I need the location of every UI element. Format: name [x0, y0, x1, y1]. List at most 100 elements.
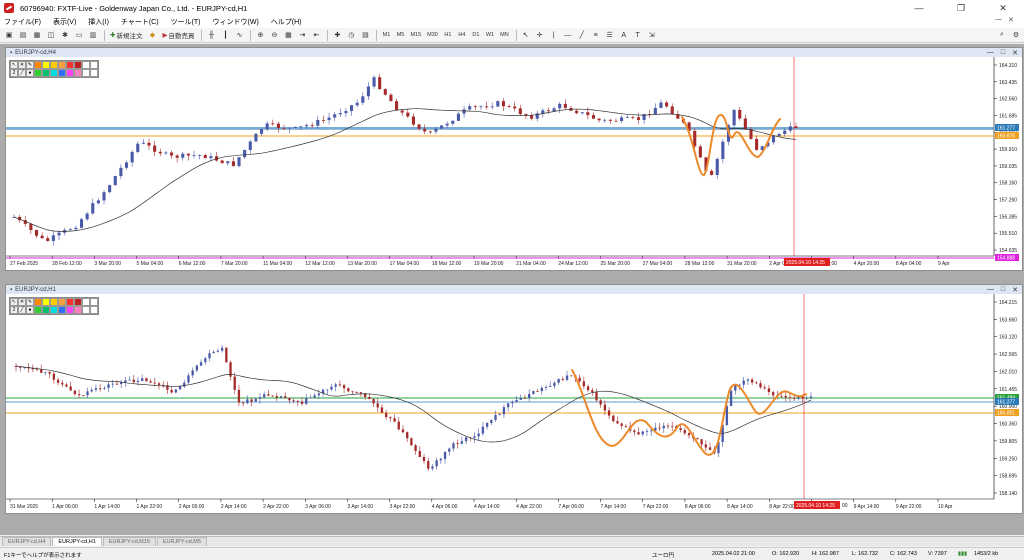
auto-trade-button[interactable]: ▶ 自動売買	[160, 29, 196, 41]
menu-insert[interactable]: 挿入(I)	[88, 17, 109, 27]
fibonacci-icon[interactable]: ☰	[604, 29, 616, 41]
color-swatch[interactable]	[42, 61, 50, 69]
indicators-icon[interactable]: ✚	[331, 29, 343, 41]
palette-cursor-icon[interactable]: ↖	[10, 61, 18, 69]
color-swatch[interactable]	[42, 69, 50, 77]
line-chart-icon[interactable]: ∿	[233, 29, 245, 41]
color-swatch[interactable]	[74, 69, 82, 77]
palette-delete-icon[interactable]: ✕	[18, 298, 26, 306]
palette-delete-icon[interactable]: ✕	[18, 61, 26, 69]
tab-eurjpy-m5[interactable]: EURJPY-cd,M5	[156, 537, 207, 546]
color-swatch[interactable]	[74, 298, 82, 306]
chart-window-h4[interactable]: ▪ EURJPY-cd,H4 — □ ✕ 164.310 163.435 162.5…	[5, 47, 1023, 271]
color-swatch[interactable]	[34, 306, 42, 314]
color-swatch[interactable]	[58, 306, 66, 314]
bar-chart-icon[interactable]: ╫	[205, 29, 217, 41]
profiles-icon[interactable]: ▤	[17, 29, 29, 41]
menu-help[interactable]: ヘルプ(H)	[271, 17, 302, 27]
tab-eurjpy-h4[interactable]: EURJPY-cd,H4	[2, 537, 52, 546]
color-swatch[interactable]	[90, 69, 98, 77]
palette-cursor-icon[interactable]: ↖	[10, 298, 18, 306]
color-swatch[interactable]	[50, 306, 58, 314]
chart-maximize-button[interactable]: □	[1001, 49, 1005, 56]
chart-close-button[interactable]: ✕	[1012, 286, 1018, 294]
color-swatch[interactable]	[66, 69, 74, 77]
color-swatch[interactable]	[82, 306, 90, 314]
menu-view[interactable]: 表示(V)	[53, 17, 76, 27]
color-swatch[interactable]	[34, 298, 42, 306]
tf-mn[interactable]: MN	[498, 29, 511, 41]
autoscroll-icon[interactable]: ⇥	[296, 29, 308, 41]
menu-tools[interactable]: ツール(T)	[171, 17, 201, 27]
zoom-out-icon[interactable]: ⊖	[268, 29, 280, 41]
tf-m5[interactable]: M5	[394, 29, 406, 41]
menu-window[interactable]: ウィンドウ(W)	[213, 17, 259, 27]
price-chart[interactable]: 164.215 163.660 163.120 162.565 162.010 161.4…	[6, 294, 1022, 513]
vertical-line-icon[interactable]: |	[548, 29, 560, 41]
color-swatch[interactable]	[90, 306, 98, 314]
freehand-annotation[interactable]	[681, 114, 781, 177]
arrows-icon[interactable]: ⇲	[646, 29, 658, 41]
price-chart-svg[interactable]: 164.310163.435162.560161.685160.810159.9…	[6, 57, 1022, 270]
mdi-close-button[interactable]: ✕	[1008, 16, 1014, 24]
chart-maximize-button[interactable]: □	[1001, 286, 1005, 293]
tab-eurjpy-m15[interactable]: EURJPY-cd,M15	[102, 537, 156, 546]
data-window-icon[interactable]: ◫	[45, 29, 57, 41]
palette-dot-icon[interactable]: ●	[26, 69, 34, 77]
tf-h1[interactable]: H1	[442, 29, 454, 41]
color-swatch[interactable]	[90, 298, 98, 306]
maximize-button[interactable]: ❐	[946, 0, 976, 16]
minimize-button[interactable]: —	[904, 0, 934, 16]
color-swatch[interactable]	[50, 69, 58, 77]
freehand-annotation[interactable]	[571, 369, 807, 456]
search-icon[interactable]: ⌕	[996, 29, 1008, 41]
palette-pen-icon[interactable]: ✎	[26, 298, 34, 306]
color-swatch[interactable]	[82, 298, 90, 306]
market-watch-icon[interactable]: ▦	[31, 29, 43, 41]
chart-window-h1[interactable]: ▪ EURJPY-cd,H1 — □ ✕ 164.215 163.660 163.1…	[5, 284, 1023, 514]
palette-line-icon[interactable]: ╱	[18, 69, 26, 77]
tf-h4[interactable]: H4	[456, 29, 468, 41]
color-swatch[interactable]	[42, 306, 50, 314]
chart-minimize-button[interactable]: —	[987, 49, 994, 56]
tf-d1[interactable]: D1	[470, 29, 482, 41]
palette-width-icon[interactable]: 2	[10, 69, 18, 77]
color-swatch[interactable]	[58, 298, 66, 306]
color-swatch[interactable]	[66, 306, 74, 314]
tile-windows-icon[interactable]: ▦	[282, 29, 294, 41]
templates-icon[interactable]: ▤	[359, 29, 371, 41]
tf-m15[interactable]: M15	[408, 29, 423, 41]
color-swatch[interactable]	[66, 61, 74, 69]
new-chart-icon[interactable]: ▣	[3, 29, 15, 41]
tf-w1[interactable]: W1	[484, 29, 496, 41]
channel-icon[interactable]: ≡	[590, 29, 602, 41]
color-swatch[interactable]	[34, 61, 42, 69]
zoom-in-icon[interactable]: ⊕	[254, 29, 266, 41]
tf-m30[interactable]: M30	[425, 29, 440, 41]
terminal-icon[interactable]: ▭	[73, 29, 85, 41]
candlestick-icon[interactable]: ┃	[219, 29, 231, 41]
color-swatch[interactable]	[74, 306, 82, 314]
price-chart[interactable]: 164.310163.435162.560161.685160.810159.9…	[6, 57, 1022, 270]
color-swatch[interactable]	[42, 298, 50, 306]
horizontal-line-icon[interactable]: —	[562, 29, 574, 41]
color-swatch[interactable]	[74, 61, 82, 69]
price-chart-svg[interactable]: 164.215 163.660 163.120 162.565 162.010 161.4…	[6, 294, 1022, 513]
tf-m1[interactable]: M1	[380, 29, 392, 41]
new-order-button[interactable]: ✚ 新規注文	[108, 29, 144, 41]
crosshair-icon[interactable]: ✛	[534, 29, 546, 41]
tab-eurjpy-h1[interactable]: EURJPY-cd,H1	[52, 537, 102, 546]
color-swatch[interactable]	[82, 69, 90, 77]
color-swatch[interactable]	[50, 298, 58, 306]
palette-line-icon[interactable]: ╱	[18, 306, 26, 314]
color-swatch[interactable]	[82, 61, 90, 69]
color-swatch[interactable]	[50, 61, 58, 69]
label-icon[interactable]: T	[632, 29, 644, 41]
color-swatch[interactable]	[66, 298, 74, 306]
menu-chart[interactable]: チャート(C)	[121, 17, 159, 27]
chart-shift-icon[interactable]: ⇤	[310, 29, 322, 41]
palette-width-icon[interactable]: 2	[10, 306, 18, 314]
chart-close-button[interactable]: ✕	[1012, 49, 1018, 57]
color-swatch[interactable]	[58, 61, 66, 69]
metaeditor-icon[interactable]: ◆	[146, 29, 158, 41]
